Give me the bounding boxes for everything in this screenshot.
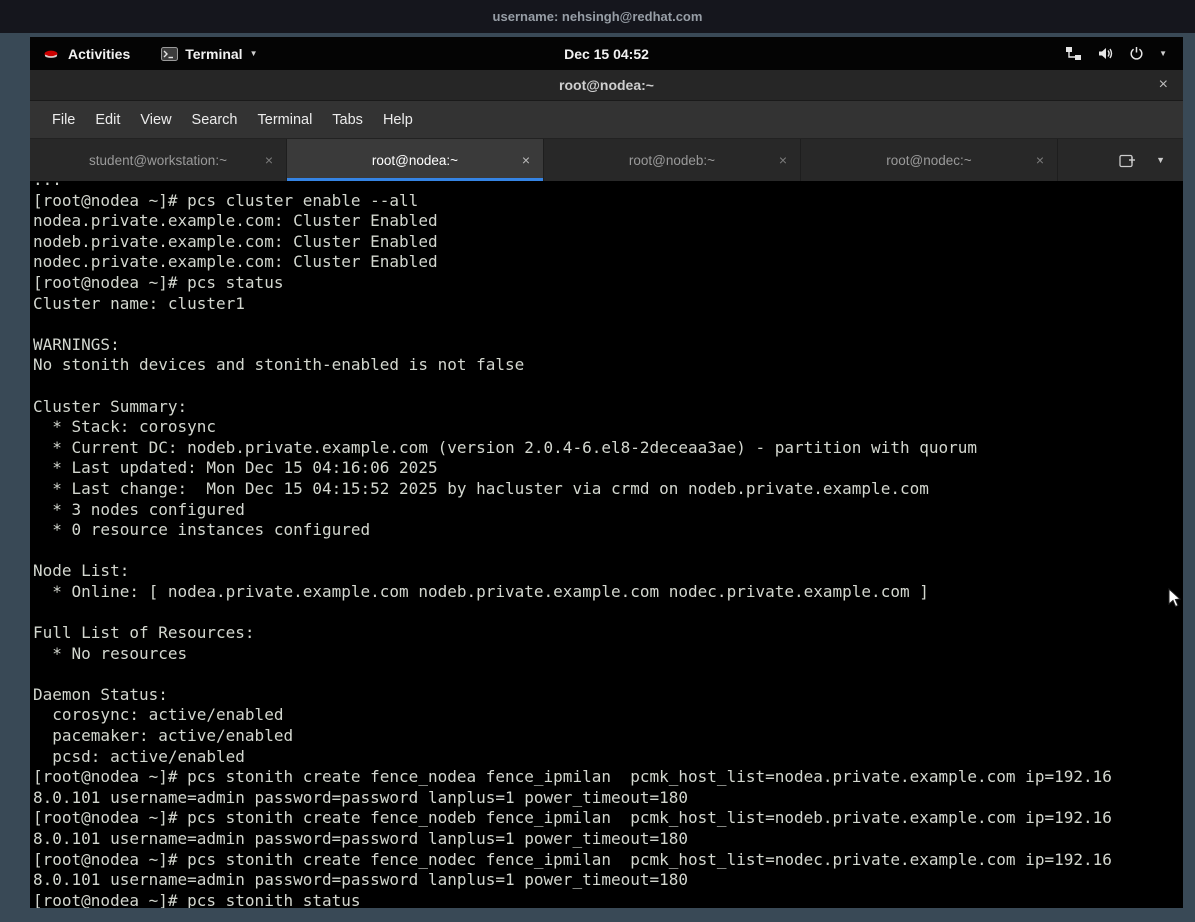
- clock-label[interactable]: Dec 15 04:52: [564, 46, 649, 62]
- tab-root-nodeb[interactable]: root@nodeb:~ ×: [544, 139, 801, 181]
- terminal-line: [root@nodea ~]# pcs status: [33, 273, 1183, 294]
- menu-tabs[interactable]: Tabs: [322, 112, 373, 128]
- activities-button[interactable]: Activities: [68, 46, 130, 62]
- window-titlebar[interactable]: root@nodea:~ ×: [30, 70, 1183, 101]
- tab-label: student@workstation:~: [89, 153, 227, 168]
- terminal-line: pacemaker: active/enabled: [33, 726, 1183, 747]
- terminal-line: [root@nodea ~]# pcs stonith status: [33, 891, 1183, 908]
- terminal-line: [33, 664, 1183, 685]
- close-icon[interactable]: ×: [779, 152, 787, 168]
- terminal-line: * Last updated: Mon Dec 15 04:16:06 2025: [33, 458, 1183, 479]
- terminal-line: [33, 541, 1183, 562]
- new-tab-icon[interactable]: [1119, 153, 1136, 168]
- terminal-line: Cluster Summary:: [33, 397, 1183, 418]
- tab-student-workstation[interactable]: student@workstation:~ ×: [30, 139, 287, 181]
- terminal-line: No stonith devices and stonith-enabled i…: [33, 355, 1183, 376]
- terminal-line: * No resources: [33, 644, 1183, 665]
- gnome-top-bar: Activities Terminal ▼ Dec 15 04:52: [30, 37, 1183, 70]
- terminal-line: [root@nodea ~]# pcs stonith create fence…: [33, 808, 1183, 829]
- terminal-pane[interactable]: ...[root@nodea ~]# pcs cluster enable --…: [30, 181, 1183, 908]
- window-close-icon[interactable]: ×: [1159, 70, 1168, 100]
- tab-label: root@nodeb:~: [629, 153, 715, 168]
- menu-search[interactable]: Search: [182, 112, 248, 128]
- terminal-line: [root@nodea ~]# pcs cluster enable --all: [33, 191, 1183, 212]
- caret-down-icon: ▼: [250, 50, 258, 58]
- terminal-line: corosync: active/enabled: [33, 705, 1183, 726]
- terminal-line: * 0 resource instances configured: [33, 520, 1183, 541]
- menu-view[interactable]: View: [130, 112, 181, 128]
- terminal-line: [33, 314, 1183, 335]
- terminal-line: nodea.private.example.com: Cluster Enabl…: [33, 211, 1183, 232]
- terminal-line: [root@nodea ~]# pcs stonith create fence…: [33, 767, 1183, 788]
- app-menu-label: Terminal: [185, 46, 242, 62]
- menu-edit[interactable]: Edit: [85, 112, 130, 128]
- terminal-line: * Last change: Mon Dec 15 04:15:52 2025 …: [33, 479, 1183, 500]
- menu-help[interactable]: Help: [373, 112, 423, 128]
- terminal-window: Activities Terminal ▼ Dec 15 04:52: [30, 37, 1183, 908]
- terminal-line: 8.0.101 username=admin password=password…: [33, 870, 1183, 891]
- tab-label: root@nodec:~: [886, 153, 971, 168]
- network-icon: [1065, 46, 1082, 61]
- power-icon: [1129, 46, 1144, 61]
- terminal-line: 8.0.101 username=admin password=password…: [33, 788, 1183, 809]
- terminal-line: * 3 nodes configured: [33, 500, 1183, 521]
- close-icon[interactable]: ×: [265, 152, 273, 168]
- kiosk-bar: username: nehsingh@redhat.com: [0, 0, 1195, 33]
- close-icon[interactable]: ×: [1036, 152, 1044, 168]
- menu-bar: File Edit View Search Terminal Tabs Help: [30, 101, 1183, 139]
- caret-down-icon[interactable]: ▼: [1156, 156, 1165, 165]
- close-icon[interactable]: ×: [522, 152, 530, 168]
- terminal-line: nodec.private.example.com: Cluster Enabl…: [33, 252, 1183, 273]
- terminal-line: pcsd: active/enabled: [33, 747, 1183, 768]
- terminal-line: nodeb.private.example.com: Cluster Enabl…: [33, 232, 1183, 253]
- terminal-line: Full List of Resources:: [33, 623, 1183, 644]
- menu-file[interactable]: File: [42, 112, 85, 128]
- system-status-area[interactable]: ▼: [1065, 46, 1183, 61]
- terminal-line: WARNINGS:: [33, 335, 1183, 356]
- terminal-line: * Online: [ nodea.private.example.com no…: [33, 582, 1183, 603]
- mouse-cursor-icon: [1168, 588, 1182, 610]
- tab-bar: student@workstation:~ × root@nodea:~ × r…: [30, 139, 1183, 181]
- terminal-line: [33, 376, 1183, 397]
- terminal-line: [33, 602, 1183, 623]
- terminal-line: Daemon Status:: [33, 685, 1183, 706]
- volume-icon: [1097, 46, 1114, 61]
- terminal-line: Node List:: [33, 561, 1183, 582]
- tab-label: root@nodea:~: [372, 153, 458, 168]
- terminal-line: * Stack: corosync: [33, 417, 1183, 438]
- terminal-app-icon: [161, 47, 178, 61]
- terminal-line: ...: [33, 181, 1183, 191]
- tab-root-nodea[interactable]: root@nodea:~ ×: [287, 139, 544, 181]
- terminal-line: 8.0.101 username=admin password=password…: [33, 829, 1183, 850]
- terminal-line: [root@nodea ~]# pcs stonith create fence…: [33, 850, 1183, 871]
- window-title: root@nodea:~: [559, 77, 654, 93]
- terminal-output: ...[root@nodea ~]# pcs cluster enable --…: [33, 181, 1183, 908]
- menu-terminal[interactable]: Terminal: [248, 112, 323, 128]
- terminal-line: Cluster name: cluster1: [33, 294, 1183, 315]
- tab-root-nodec[interactable]: root@nodec:~ ×: [801, 139, 1058, 181]
- app-menu-button[interactable]: Terminal ▼: [161, 46, 257, 62]
- terminal-line: * Current DC: nodeb.private.example.com …: [33, 438, 1183, 459]
- redhat-logo-icon: [43, 47, 59, 61]
- caret-down-icon: ▼: [1159, 50, 1167, 58]
- kiosk-username-label: username: nehsingh@redhat.com: [493, 9, 703, 24]
